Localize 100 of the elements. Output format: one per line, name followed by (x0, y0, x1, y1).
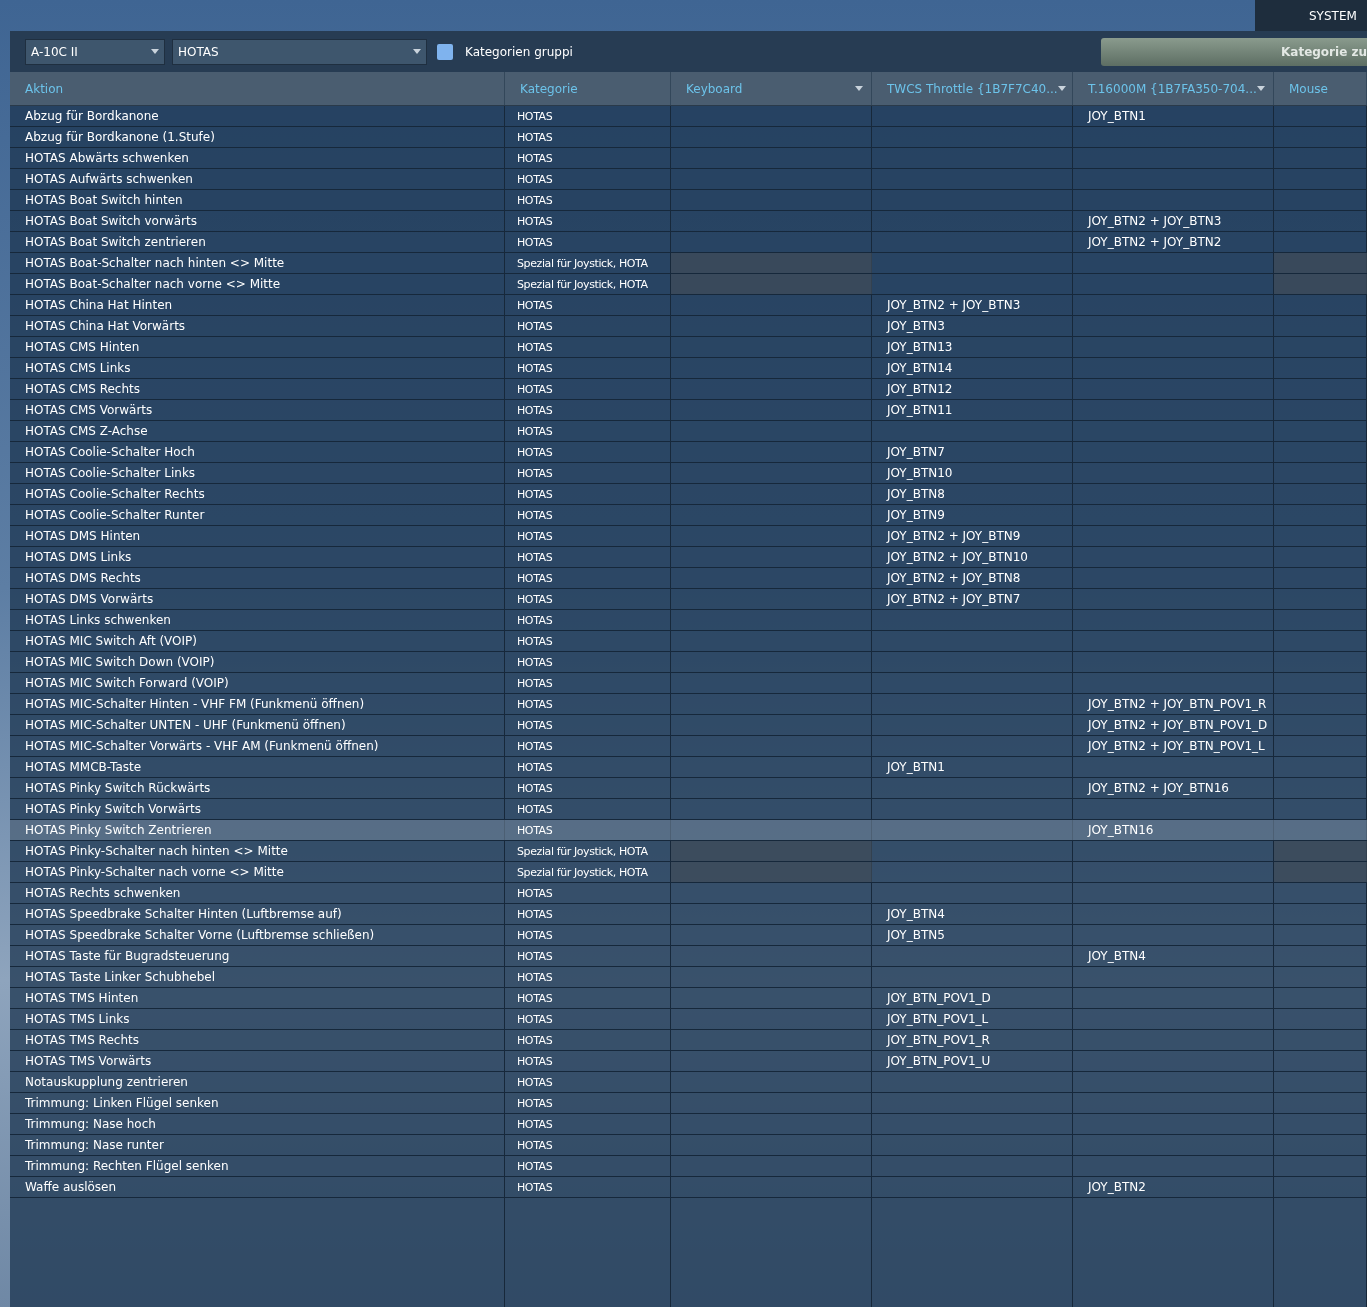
table-cell-text: Abzug für Bordkanone (24, 108, 160, 125)
table-cell-text: HOTAS Boat Switch vorwärts (24, 213, 198, 230)
table-cell-text: Trimmung: Rechten Flügel senken (24, 1158, 230, 1175)
table-row[interactable]: HOTAS Boat-Schalter nach hinten <> Mitte Spezial für Joystick, HOTA (10, 253, 1367, 274)
table-row[interactable]: HOTAS TMS Vorwärts HOTAS JOY_BTN_POV1_U (10, 1051, 1367, 1072)
table-row[interactable]: HOTAS China Hat Hinten HOTAS JOY_BTN2 + JOY_BTN3 (10, 295, 1367, 316)
table-row[interactable]: HOTAS Rechts schwenken HOTAS (10, 883, 1367, 904)
table-cell-text: HOTAS Coolie-Schalter Links (24, 465, 197, 482)
table-row[interactable]: HOTAS MIC-Schalter Vorwärts - VHF AM (Funkmenü öffnen) HOTAS JOY_BTN2 + JOY_BTN_POV1_L (10, 736, 1367, 757)
table-cell-text: JOY_BTN9 (885, 507, 946, 524)
table-cell-text: HOTAS Pinky Switch Zentrieren (24, 822, 213, 839)
table-row[interactable]: HOTAS Pinky-Schalter nach hinten <> Mitte Spezial für Joystick, HOTA (10, 841, 1367, 862)
system-tab[interactable]: SYSTEM (1255, 0, 1367, 31)
table-row[interactable]: Waffe auslösen HOTAS JOY_BTN2 (10, 1177, 1367, 1198)
table-row[interactable]: HOTAS MIC Switch Aft (VOIP) HOTAS (10, 631, 1367, 652)
table-row[interactable]: Trimmung: Rechten Flügel senken HOTAS (10, 1156, 1367, 1177)
table-cell-text: HOTAS (516, 718, 554, 734)
table-row[interactable]: HOTAS Taste Linker Schubhebel HOTAS (10, 967, 1367, 988)
table-row[interactable]: HOTAS MIC-Schalter Hinten - VHF FM (Funkmenü öffnen) HOTAS JOY_BTN2 + JOY_BTN_POV1_R (10, 694, 1367, 715)
table-cell-text: HOTAS (516, 151, 554, 167)
table-cell-text: HOTAS CMS Hinten (24, 339, 141, 356)
table-row[interactable]: HOTAS DMS Links HOTAS JOY_BTN2 + JOY_BTN10 (10, 547, 1367, 568)
table-cell-text: HOTAS Rechts schwenken (24, 885, 182, 902)
table-row[interactable]: HOTAS MIC Switch Down (VOIP) HOTAS (10, 652, 1367, 673)
table-row[interactable]: HOTAS Pinky Switch Rückwärts HOTAS JOY_BTN2 + JOY_BTN16 (10, 778, 1367, 799)
table-cell-text: JOY_BTN2 + JOY_BTN_POV1_R (1086, 696, 1268, 713)
table-cell-text: HOTAS MIC Switch Down (VOIP) (24, 654, 216, 671)
category-dropdown[interactable]: HOTAS (172, 38, 427, 65)
table-cell-text: HOTAS (516, 1117, 554, 1133)
table-row[interactable]: Abzug für Bordkanone HOTAS JOY_BTN1 (10, 106, 1367, 127)
table-cell-text: HOTAS (516, 802, 554, 818)
table-row[interactable]: HOTAS Coolie-Schalter Runter HOTAS JOY_BTN9 (10, 505, 1367, 526)
table-cell-text: HOTAS Aufwärts schwenken (24, 171, 194, 188)
table-cell-text: JOY_BTN5 (885, 927, 946, 944)
table-row[interactable]: HOTAS Links schwenken HOTAS (10, 610, 1367, 631)
table-cell-text: Trimmung: Linken Flügel senken (24, 1095, 220, 1112)
table-cell-text: JOY_BTN1 (885, 759, 946, 776)
column-header[interactable]: Mouse (1274, 72, 1367, 105)
table-row[interactable]: HOTAS Abwärts schwenken HOTAS (10, 148, 1367, 169)
table-row[interactable]: HOTAS CMS Hinten HOTAS JOY_BTN13 (10, 337, 1367, 358)
table-row[interactable]: HOTAS TMS Hinten HOTAS JOY_BTN_POV1_D (10, 988, 1367, 1009)
table-row[interactable]: HOTAS Coolie-Schalter Links HOTAS JOY_BTN10 (10, 463, 1367, 484)
table-row[interactable]: HOTAS CMS Vorwärts HOTAS JOY_BTN11 (10, 400, 1367, 421)
table-row[interactable]: HOTAS DMS Vorwärts HOTAS JOY_BTN2 + JOY_BTN7 (10, 589, 1367, 610)
table-row[interactable]: HOTAS MIC-Schalter UNTEN - UHF (Funkmenü öffnen) HOTAS JOY_BTN2 + JOY_BTN_POV1_D (10, 715, 1367, 736)
table-row[interactable]: HOTAS Boat Switch vorwärts HOTAS JOY_BTN2 + JOY_BTN3 (10, 211, 1367, 232)
table-row[interactable]: HOTAS MMCB-Taste HOTAS JOY_BTN1 (10, 757, 1367, 778)
table-cell-text: JOY_BTN_POV1_R (885, 1032, 991, 1049)
table-cell-text: HOTAS (516, 592, 554, 608)
table-row[interactable]: HOTAS Speedbrake Schalter Vorne (Luftbremse schließen) HOTAS JOY_BTN5 (10, 925, 1367, 946)
column-header[interactable]: TWCS Throttle {1B7F7C40... (872, 72, 1073, 105)
column-header[interactable]: Keyboard (671, 72, 872, 105)
table-row[interactable]: Notauskupplung zentrieren HOTAS (10, 1072, 1367, 1093)
table-row[interactable]: Abzug für Bordkanone (1.Stufe) HOTAS (10, 127, 1367, 148)
column-header[interactable]: Kategorie (505, 72, 671, 105)
table-cell-text: HOTAS Abwärts schwenken (24, 150, 190, 167)
table-cell-text: HOTAS (516, 235, 554, 251)
table-cell-text: HOTAS Coolie-Schalter Rechts (24, 486, 206, 503)
table-row[interactable]: HOTAS TMS Rechts HOTAS JOY_BTN_POV1_R (10, 1030, 1367, 1051)
table-cell-text: JOY_BTN13 (885, 339, 954, 356)
table-cell-text: HOTAS (516, 823, 554, 839)
table-row[interactable]: HOTAS Pinky Switch Zentrieren HOTAS JOY_BTN16 (10, 820, 1367, 841)
table-row[interactable]: HOTAS China Hat Vorwärts HOTAS JOY_BTN3 (10, 316, 1367, 337)
table-cell-text: HOTAS MIC-Schalter UNTEN - UHF (Funkmenü öffnen) (24, 717, 347, 734)
aircraft-dropdown[interactable]: A-10C II (25, 38, 165, 65)
table-row[interactable]: Trimmung: Linken Flügel senken HOTAS (10, 1093, 1367, 1114)
table-cell-text: HOTAS Boat Switch hinten (24, 192, 184, 209)
table-row[interactable]: HOTAS Pinky-Schalter nach vorne <> Mitte Spezial für Joystick, HOTA (10, 862, 1367, 883)
checkbox-label: Kategorien gruppi (465, 43, 573, 61)
table-row[interactable]: HOTAS Boat Switch hinten HOTAS (10, 190, 1367, 211)
table-row[interactable]: HOTAS CMS Links HOTAS JOY_BTN14 (10, 358, 1367, 379)
column-header[interactable]: T.16000M {1B7FA350-704... (1073, 72, 1274, 105)
caret-icon (1057, 86, 1066, 91)
table-row[interactable]: HOTAS DMS Hinten HOTAS JOY_BTN2 + JOY_BTN9 (10, 526, 1367, 547)
table-row[interactable]: HOTAS Pinky Switch Vorwärts HOTAS (10, 799, 1367, 820)
group-checkbox[interactable] (437, 43, 453, 60)
table-row[interactable]: Trimmung: Nase runter HOTAS (10, 1135, 1367, 1156)
table-row[interactable]: HOTAS Speedbrake Schalter Hinten (Luftbremse auf) HOTAS JOY_BTN4 (10, 904, 1367, 925)
table-cell-text: HOTAS MIC-Schalter Hinten - VHF FM (Funkmenü öffnen) (24, 696, 366, 713)
table-row[interactable]: HOTAS Boat-Schalter nach vorne <> Mitte Spezial für Joystick, HOTA (10, 274, 1367, 295)
table-cell-text: HOTAS (516, 445, 554, 461)
table-row[interactable]: HOTAS Coolie-Schalter Rechts HOTAS JOY_BTN8 (10, 484, 1367, 505)
caret-icon (151, 49, 159, 54)
table-cell-text: JOY_BTN2 (1086, 1179, 1147, 1196)
table-row[interactable]: Trimmung: Nase hoch HOTAS (10, 1114, 1367, 1135)
table-row[interactable]: HOTAS TMS Links HOTAS JOY_BTN_POV1_L (10, 1009, 1367, 1030)
table-row[interactable]: HOTAS Aufwärts schwenken HOTAS (10, 169, 1367, 190)
table-cell-text: JOY_BTN_POV1_U (885, 1053, 992, 1070)
table-row[interactable]: HOTAS Coolie-Schalter Hoch HOTAS JOY_BTN7 (10, 442, 1367, 463)
table-cell-text: JOY_BTN2 + JOY_BTN9 (885, 528, 1022, 545)
table-row[interactable]: HOTAS CMS Z-Achse HOTAS (10, 421, 1367, 442)
table-row[interactable]: HOTAS CMS Rechts HOTAS JOY_BTN12 (10, 379, 1367, 400)
table-cell-text: JOY_BTN12 (885, 381, 954, 398)
table-cell-text: JOY_BTN14 (885, 360, 954, 377)
table-row[interactable]: HOTAS DMS Rechts HOTAS JOY_BTN2 + JOY_BTN8 (10, 568, 1367, 589)
table-row[interactable]: HOTAS Taste für Bugradsteuerung HOTAS JOY_BTN4 (10, 946, 1367, 967)
caret-icon (1257, 86, 1265, 91)
table-cell-text: HOTAS MIC Switch Forward (VOIP) (24, 675, 230, 692)
table-row[interactable]: HOTAS MIC Switch Forward (VOIP) HOTAS (10, 673, 1367, 694)
table-cell-text: HOTAS Pinky Switch Rückwärts (24, 780, 212, 797)
